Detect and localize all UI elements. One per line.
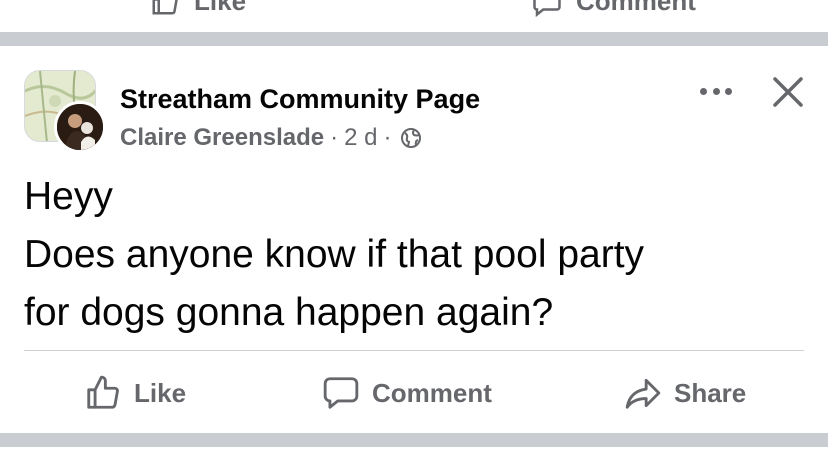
post-text-line: Does anyone know if that pool party [24, 233, 645, 276]
previous-like-label: Like [194, 0, 247, 16]
post-text: Heyy Does anyone know if that pool party… [24, 168, 814, 342]
thumbs-up-icon [152, 0, 178, 14]
author-avatar[interactable] [54, 101, 106, 153]
more-dot [700, 87, 707, 95]
meta-separator: · [330, 124, 339, 151]
comment-icon [323, 377, 359, 409]
post-meta: Claire Greenslade · 2 d · [120, 124, 423, 152]
previous-comment-button[interactable]: Comment [532, 0, 696, 17]
like-button[interactable]: Like [84, 370, 186, 416]
close-icon[interactable] [770, 74, 806, 110]
author-photo [57, 104, 103, 150]
comment-label: Comment [372, 377, 492, 408]
more-options-icon[interactable] [696, 80, 736, 102]
comment-icon [533, 0, 561, 17]
like-label: Like [134, 377, 187, 408]
previous-comment-label: Comment [576, 0, 696, 16]
action-divider [24, 350, 804, 351]
author-name-link[interactable]: Claire Greenslade [120, 124, 324, 152]
post-timestamp[interactable]: 2 d [344, 124, 377, 152]
previous-like-button[interactable]: Like [150, 0, 246, 17]
globe-icon [401, 128, 422, 148]
meta-separator: · [383, 124, 392, 151]
share-label: Share [674, 377, 747, 408]
thumbs-up-icon [87, 375, 119, 409]
share-button[interactable]: Share [624, 370, 746, 416]
next-post-edge [0, 447, 828, 458]
previous-post-actions: Like Comment [0, 0, 828, 30]
more-dot [712, 87, 720, 95]
group-name-link[interactable]: Streatham Community Page [120, 84, 480, 115]
comment-button[interactable]: Comment [322, 370, 492, 416]
feed-separator-top [0, 32, 828, 46]
feed-separator-bottom [0, 433, 828, 447]
post-text-line: for dogs gonna happen again? [24, 291, 554, 334]
more-dot [725, 87, 732, 95]
share-arrow-icon [625, 378, 661, 409]
post-text-line: Heyy [24, 175, 113, 218]
